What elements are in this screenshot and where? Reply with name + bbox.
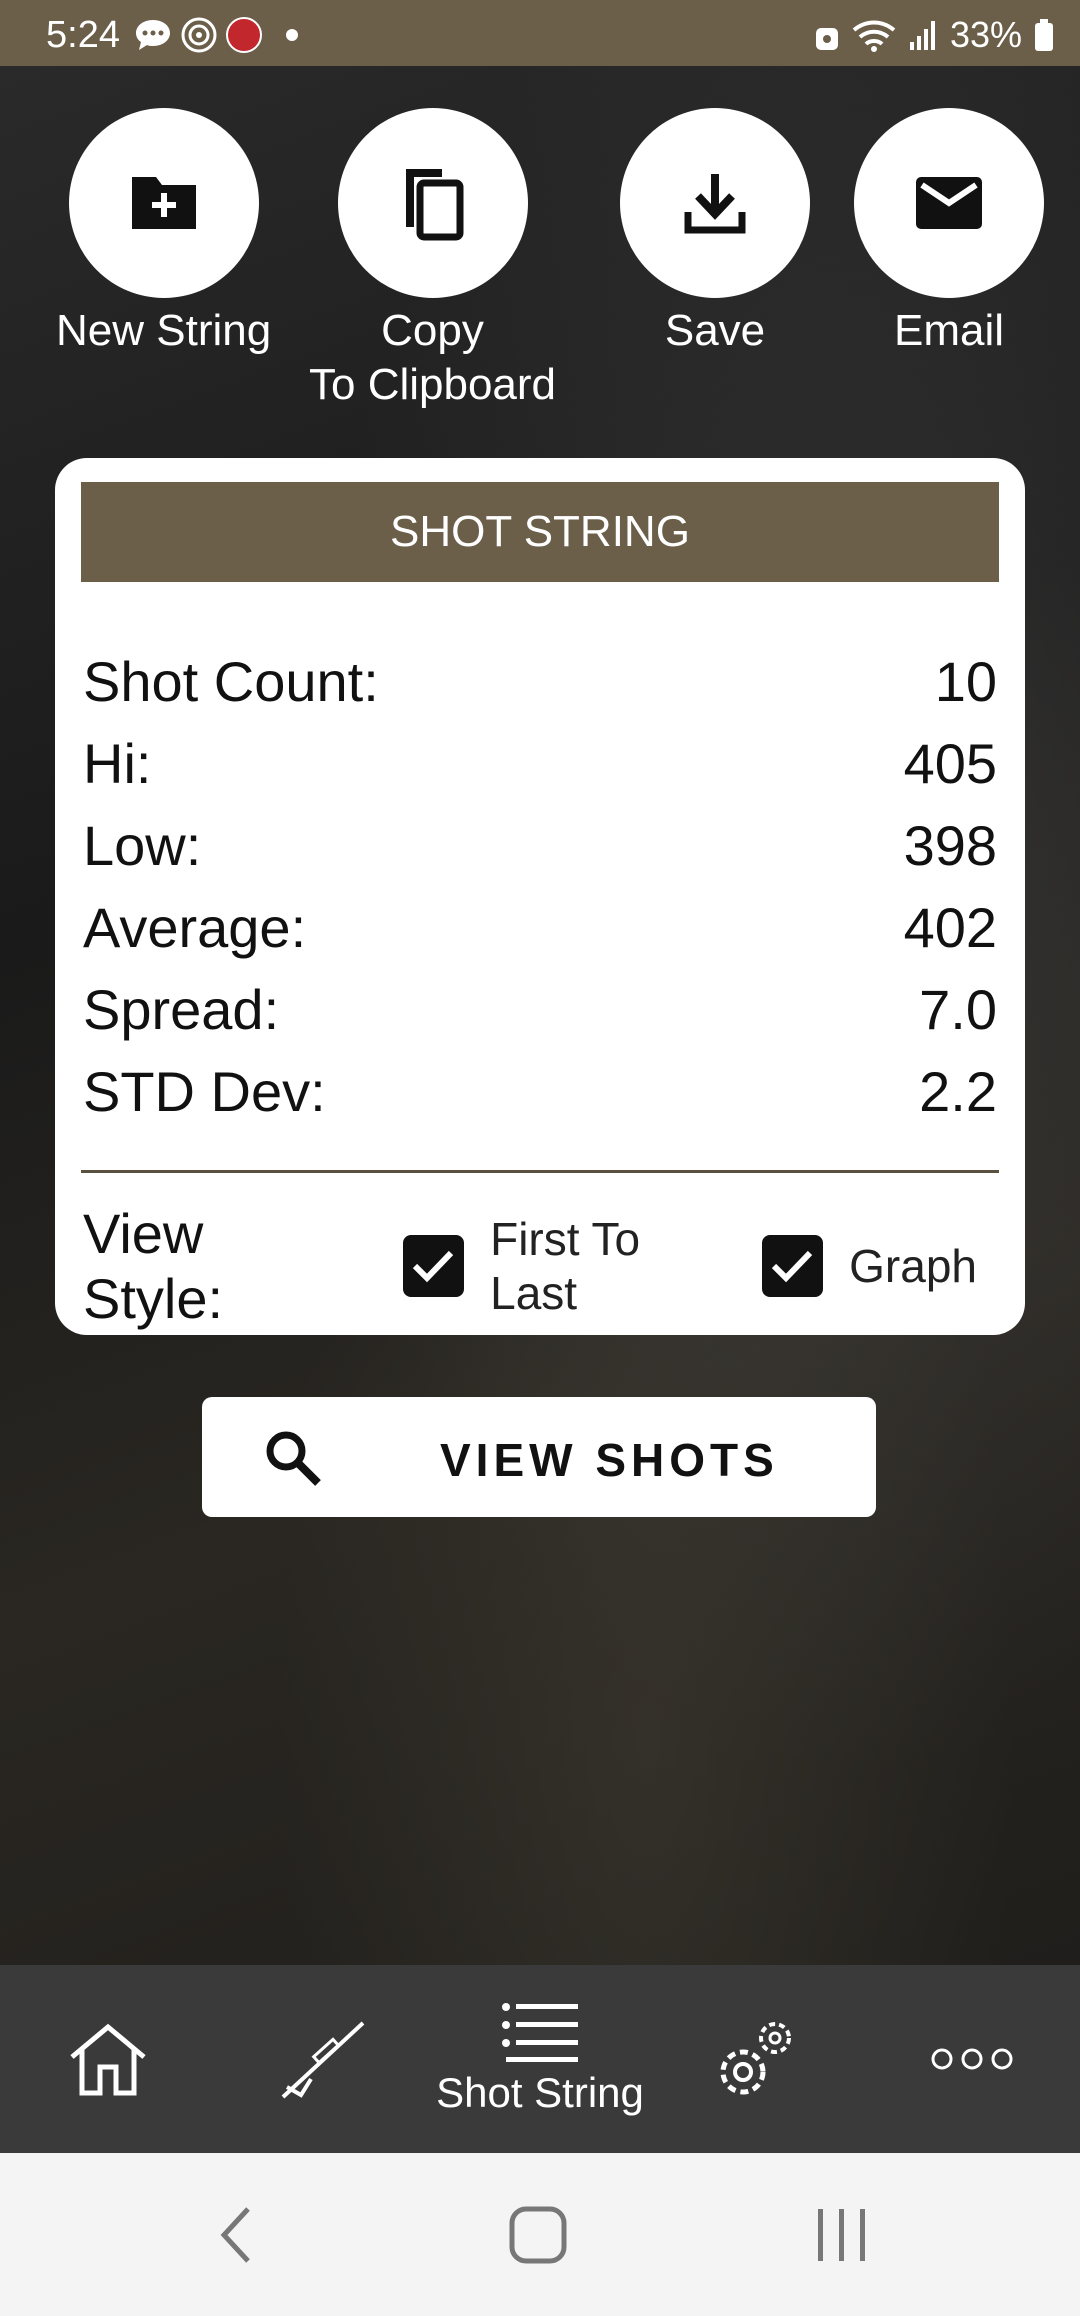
- stat-label: STD Dev:: [83, 1059, 326, 1123]
- graph-label[interactable]: Graph: [849, 1239, 977, 1293]
- card-title: SHOT STRING: [81, 482, 999, 582]
- save-circle[interactable]: [620, 108, 810, 298]
- home-button-icon[interactable]: [508, 2205, 568, 2265]
- shot-string-card: SHOT STRING Shot Count: 10 Hi: 405 Low: …: [55, 458, 1025, 1335]
- battery-icon: [1035, 19, 1053, 51]
- new-string-circle[interactable]: [68, 108, 259, 298]
- stat-label: Shot Count:: [83, 649, 379, 713]
- view-shots-label: VIEW SHOTS: [440, 1434, 779, 1486]
- new-string-button[interactable]: New String: [56, 108, 271, 358]
- notification-dot: [286, 29, 298, 41]
- stat-value: 10: [934, 649, 997, 713]
- copy-label: Copy To Clipboard: [309, 306, 557, 409]
- stats-list: Shot Count: 10 Hi: 405 Low: 398 Average:…: [83, 640, 997, 1132]
- app-badge-icon: [226, 17, 262, 53]
- rifle-icon: [281, 2021, 365, 2099]
- search-icon: [266, 1431, 321, 1486]
- save-label: Save: [664, 306, 766, 355]
- checkmark-icon: [413, 1250, 454, 1283]
- notification-icons: [134, 16, 298, 54]
- system-nav-bar: [0, 2153, 1080, 2316]
- stat-label: Spread:: [83, 977, 280, 1041]
- copy-to-clipboard-button[interactable]: Copy To Clipboard: [309, 108, 556, 412]
- chat-icon: [136, 20, 170, 50]
- stat-value: 2.2: [919, 1059, 997, 1123]
- email-button[interactable]: Email: [854, 108, 1044, 358]
- stat-label: Low:: [83, 813, 202, 877]
- email-icon: [916, 177, 982, 229]
- gear-icon: [720, 2022, 791, 2095]
- view-style-label: View Style:: [83, 1202, 224, 1330]
- stat-row-hi: Hi: 405: [83, 722, 997, 804]
- nav-shot-string[interactable]: Shot String: [420, 1965, 660, 2153]
- status-bar: 5:24 33%: [0, 0, 1080, 66]
- first-to-last-label[interactable]: First To Last: [490, 1212, 738, 1320]
- nav-home[interactable]: [58, 1965, 158, 2153]
- status-right: 33%: [814, 14, 1054, 56]
- nav-rifle[interactable]: [272, 1965, 372, 2153]
- email-label: Email: [893, 306, 1005, 355]
- back-icon[interactable]: [216, 2205, 256, 2265]
- stat-row-low: Low: 398: [83, 804, 997, 886]
- new-string-label: New String: [56, 306, 272, 355]
- view-shots-button[interactable]: VIEW SHOTS: [202, 1397, 876, 1517]
- checkmark-icon: [772, 1250, 813, 1283]
- email-circle[interactable]: [854, 108, 1044, 298]
- lock-icon: [815, 28, 838, 50]
- more-icon: [931, 2048, 1013, 2070]
- card-divider: [81, 1170, 999, 1173]
- stat-value: 405: [903, 731, 997, 795]
- bottom-nav: Shot String: [0, 1965, 1080, 2153]
- status-time: 5:24: [46, 14, 120, 56]
- recents-icon[interactable]: [812, 2205, 872, 2265]
- stat-row-std-dev: STD Dev: 2.2: [83, 1050, 997, 1132]
- stat-label: Average:: [83, 895, 307, 959]
- at-icon: [181, 17, 217, 53]
- copy-icon: [405, 169, 464, 241]
- nav-more[interactable]: [922, 1965, 1022, 2153]
- stat-row-spread: Spread: 7.0: [83, 968, 997, 1050]
- signal-icon: [909, 21, 935, 50]
- save-button[interactable]: Save: [620, 108, 810, 358]
- stat-row-average: Average: 402: [83, 886, 997, 968]
- nav-shot-string-label: Shot String: [436, 2069, 644, 2116]
- wifi-icon: [852, 20, 896, 52]
- stat-value: 398: [903, 813, 997, 877]
- copy-circle[interactable]: [337, 108, 528, 298]
- home-icon: [70, 2023, 146, 2096]
- graph-checkbox[interactable]: [761, 1235, 824, 1297]
- download-icon: [684, 174, 746, 234]
- nav-settings[interactable]: [706, 1965, 806, 2153]
- list-icon: [502, 2003, 578, 2062]
- new-folder-icon: [131, 177, 196, 229]
- view-style-row: View Style: First To Last Graph: [83, 1202, 1001, 1330]
- stat-value: 7.0: [919, 977, 997, 1041]
- stat-label: Hi:: [83, 731, 152, 795]
- battery-percentage: 33%: [949, 14, 1022, 55]
- stat-row-shot-count: Shot Count: 10: [83, 640, 997, 722]
- first-to-last-checkbox[interactable]: [402, 1235, 465, 1297]
- stat-value: 402: [903, 895, 997, 959]
